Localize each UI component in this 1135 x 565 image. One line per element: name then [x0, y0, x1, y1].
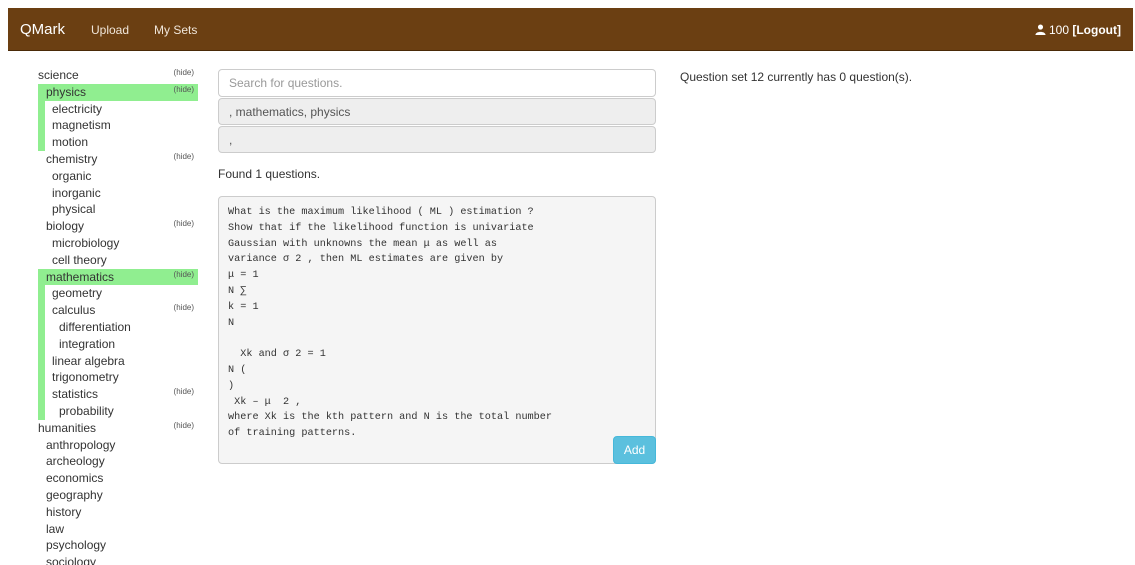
- tree-item-cell-theory[interactable]: cell theory: [38, 252, 198, 269]
- tree-item-microbiology[interactable]: microbiology: [38, 235, 198, 252]
- search-panel: , mathematics, physics , Found 1 questio…: [218, 69, 656, 464]
- tree-item-label: electricity: [52, 101, 103, 116]
- tree-item-law[interactable]: law: [38, 521, 198, 538]
- results-count: Found 1 questions.: [218, 167, 321, 181]
- tag-filter-field[interactable]: , mathematics, physics: [218, 98, 656, 125]
- user-points: 100: [1048, 23, 1070, 37]
- tree-item-organic[interactable]: organic: [38, 168, 198, 185]
- tree-item-sociology[interactable]: sociology: [38, 554, 198, 565]
- tree-item-label: law: [46, 521, 65, 536]
- tree-item-geometry[interactable]: geometry: [38, 285, 198, 302]
- tree-item-label: sociology: [46, 555, 97, 565]
- tree-item-label: probability: [59, 403, 114, 418]
- tree-item-probability[interactable]: probability: [38, 403, 198, 420]
- tree-item-history[interactable]: history: [38, 504, 198, 521]
- tree-item-science[interactable]: science (hide): [38, 67, 198, 84]
- nav-link-upload[interactable]: Upload: [91, 23, 129, 37]
- tree-item-label: psychology: [46, 538, 107, 553]
- secondary-filter-field[interactable]: ,: [218, 126, 656, 153]
- tree-item-humanities[interactable]: humanities (hide): [38, 420, 198, 437]
- tree-item-label: organic: [52, 168, 92, 183]
- hide-toggle[interactable]: (hide): [174, 386, 194, 398]
- tree-item-label: geography: [46, 487, 103, 502]
- tree-item-label: cell theory: [52, 252, 107, 267]
- tree-item-anthropology[interactable]: anthropology: [38, 437, 198, 454]
- tree-item-motion[interactable]: motion: [38, 134, 198, 151]
- tree-item-chemistry[interactable]: chemistry (hide): [38, 151, 198, 168]
- tree-item-label: magnetism: [52, 118, 111, 133]
- tree-item-label: integration: [59, 336, 116, 351]
- tree-item-label: microbiology: [52, 235, 120, 250]
- tree-item-label: inorganic: [52, 185, 101, 200]
- tree-item-magnetism[interactable]: magnetism: [38, 117, 198, 134]
- add-button[interactable]: Add: [613, 436, 656, 464]
- tree-item-label: economics: [46, 471, 104, 486]
- nav-link-my-sets[interactable]: My Sets: [154, 23, 197, 37]
- tree-item-label: linear algebra: [52, 353, 125, 368]
- tree-item-differentiation[interactable]: differentiation: [38, 319, 198, 336]
- tree-item-biology[interactable]: biology (hide): [38, 218, 198, 235]
- tree-item-trigonometry[interactable]: trigonometry: [38, 369, 198, 386]
- brand-link[interactable]: QMark: [20, 21, 65, 38]
- hide-toggle[interactable]: (hide): [174, 269, 194, 281]
- tree-item-label: differentiation: [59, 319, 131, 334]
- tree-item-physical[interactable]: physical: [38, 201, 198, 218]
- logout-link[interactable]: [Logout]: [1072, 23, 1121, 37]
- tree-item-electricity[interactable]: electricity: [38, 101, 198, 118]
- tree-item-mathematics[interactable]: mathematics (hide): [38, 268, 198, 286]
- user-status: 100 [Logout]: [1035, 23, 1121, 37]
- tree-item-statistics[interactable]: statistics (hide): [38, 386, 198, 403]
- user-icon: [1035, 24, 1046, 35]
- tree-item-physics[interactable]: physics (hide): [38, 83, 198, 101]
- tree-item-label: archeology: [46, 454, 105, 469]
- category-tree: science (hide) physics (hide) electricity mag…: [38, 67, 198, 565]
- question-text: What is the maximum likelihood ( ML ) es…: [228, 207, 553, 440]
- search-input[interactable]: [218, 69, 656, 97]
- hide-toggle[interactable]: (hide): [174, 420, 194, 432]
- tree-item-psychology[interactable]: psychology: [38, 537, 198, 554]
- tree-item-inorganic[interactable]: inorganic: [38, 185, 198, 202]
- tree-item-integration[interactable]: integration: [38, 336, 198, 353]
- question-card: What is the maximum likelihood ( ML ) es…: [218, 196, 656, 464]
- tree-item-label: history: [46, 504, 82, 519]
- question-set-status: Question set 12 currently has 0 question…: [680, 70, 913, 84]
- tree-item-label: motion: [52, 135, 89, 150]
- tree-item-linear-algebra[interactable]: linear algebra: [38, 353, 198, 370]
- tree-item-label: anthropology: [46, 437, 116, 452]
- tree-item-calculus[interactable]: calculus (hide): [38, 302, 198, 319]
- hide-toggle[interactable]: (hide): [174, 302, 194, 314]
- tree-item-label: trigonometry: [52, 370, 119, 385]
- tree-item-archeology[interactable]: archeology: [38, 453, 198, 470]
- tree-item-label: physical: [52, 202, 96, 217]
- hide-toggle[interactable]: (hide): [174, 84, 194, 96]
- tree-item-economics[interactable]: economics: [38, 470, 198, 487]
- hide-toggle[interactable]: (hide): [174, 151, 194, 163]
- hide-toggle[interactable]: (hide): [174, 67, 194, 79]
- tree-item-geography[interactable]: geography: [38, 487, 198, 504]
- navbar: QMark Upload My Sets 100 [Logout]: [8, 8, 1133, 51]
- hide-toggle[interactable]: (hide): [174, 218, 194, 230]
- tree-item-label: geometry: [52, 286, 103, 301]
